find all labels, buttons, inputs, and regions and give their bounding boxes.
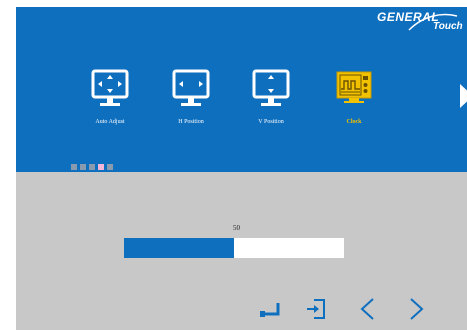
menu-item-clock[interactable]: Clock [319,69,389,125]
menu-panel: GENERAL Touch Auto Adjust H Position V P… [16,7,467,172]
page-dot [71,164,77,170]
menu-label-clock: Clock [346,119,362,125]
osd-window: GENERAL Touch Auto Adjust H Position V P… [0,0,467,330]
page-indicator [71,164,113,170]
clock-icon [336,71,372,103]
brand-logo: GENERAL Touch [377,10,465,38]
chevron-left-icon[interactable] [356,297,380,321]
brand-name: GENERAL [377,10,440,24]
page-dot [107,164,113,170]
menu-item-auto-adjust[interactable]: Auto Adjust [75,69,145,125]
adjust-slider-fill [124,238,234,258]
brand-subname: Touch [433,21,463,32]
chevron-right-icon[interactable] [458,83,467,109]
page-dot-current [98,164,104,170]
menu-item-v-position[interactable]: V Position [236,69,306,125]
adjust-value: 50 [233,224,240,232]
enter-icon[interactable] [258,297,282,321]
auto-adjust-icon [91,69,129,106]
exit-icon[interactable] [304,297,328,321]
page-dot [80,164,86,170]
adjust-slider[interactable] [124,238,344,258]
v-position-icon [252,69,290,106]
menu-item-h-position[interactable]: H Position [156,69,226,125]
menu-label-v-position: V Position [258,119,284,125]
menu-label-h-position: H Position [178,119,204,125]
h-position-icon [172,69,210,106]
menu-label-auto-adjust: Auto Adjust [95,119,125,125]
chevron-right-icon[interactable] [404,297,428,321]
page-dot [89,164,95,170]
